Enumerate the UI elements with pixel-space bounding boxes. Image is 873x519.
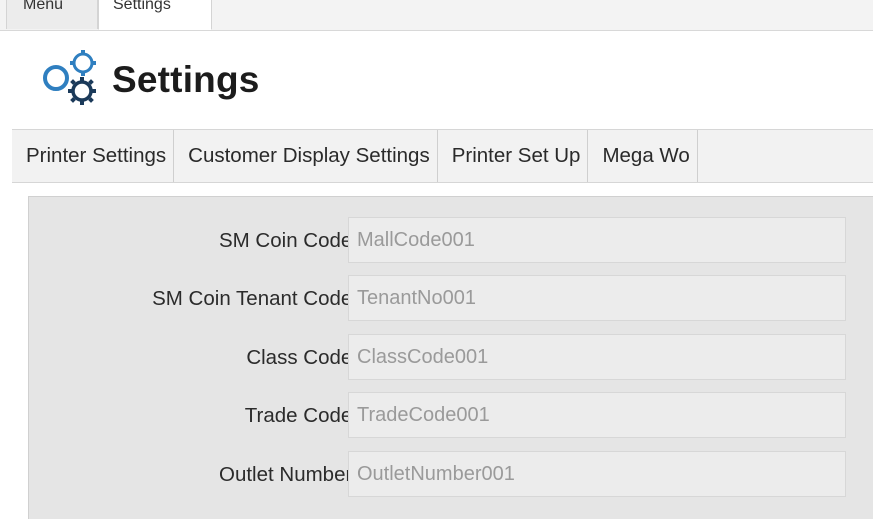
tab-printer-settings[interactable]: Printer Settings: [12, 130, 175, 182]
window-tab-menu[interactable]: Menu: [6, 0, 98, 29]
outlet-number-field[interactable]: [348, 451, 846, 497]
tab-printer-set-up[interactable]: Printer Set Up: [438, 130, 589, 182]
class-code-label: Class Code:: [246, 346, 358, 369]
outlet-number-label: Outlet Number:: [219, 463, 358, 486]
trade-code-label: Trade Code:: [244, 404, 358, 427]
sm-coin-tenant-code-label: SM Coin Tenant Code:: [152, 287, 358, 310]
settings-panel: SM Coin Code: SM Coin Tenant Code: Class…: [28, 196, 873, 519]
sm-coin-code-label: SM Coin Code:: [218, 229, 358, 252]
tab-customer-display-settings[interactable]: Customer Display Settings: [174, 130, 438, 182]
settings-screen: Menu Settings Settings Printer Settings …: [0, 0, 873, 519]
class-code-field[interactable]: [348, 334, 846, 380]
sm-coin-tenant-code-field[interactable]: [348, 275, 846, 321]
form-row-sm-coin-tenant-code: SM Coin Tenant Code:: [29, 275, 873, 323]
window-tab-settings[interactable]: Settings: [98, 0, 212, 30]
form-row-sm-coin-code: SM Coin Code:: [29, 217, 873, 265]
form-row-trade-code: Trade Code:: [29, 392, 873, 440]
page-title: Settings: [112, 59, 260, 100]
page-header: Settings: [36, 48, 260, 108]
tab-mega-wo[interactable]: Mega Wo: [588, 130, 698, 182]
trade-code-field[interactable]: [348, 392, 846, 438]
form-row-class-code: Class Code:: [29, 334, 873, 382]
window-tab-bar: Menu Settings: [0, 0, 873, 31]
gears-icon: [43, 50, 96, 105]
settings-tab-strip: Printer Settings Customer Display Settin…: [12, 129, 873, 183]
sm-coin-code-field[interactable]: [348, 217, 846, 263]
form-row-outlet-number: Outlet Number:: [29, 451, 873, 499]
